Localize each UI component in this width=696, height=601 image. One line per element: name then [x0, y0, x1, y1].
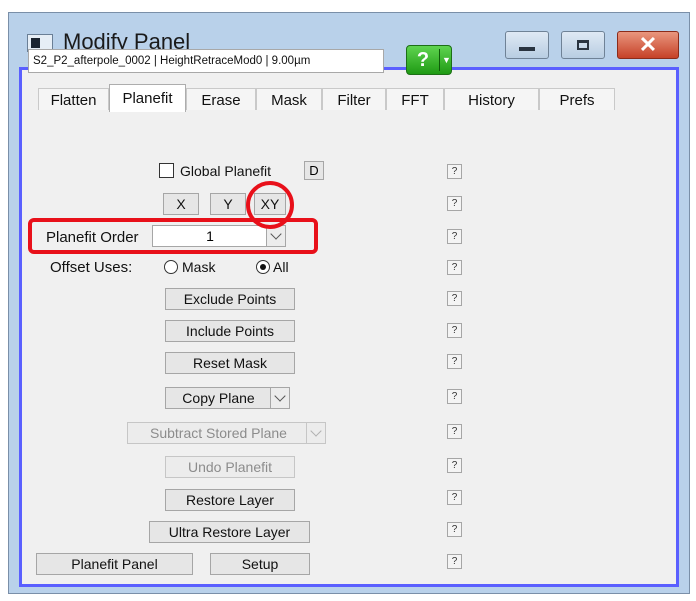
planefit-x-button[interactable]: X	[163, 193, 199, 215]
chevron-down-icon	[310, 425, 322, 437]
minimize-icon	[519, 47, 535, 51]
chevron-down-icon	[274, 390, 286, 402]
highlight-box-planefit-order	[28, 218, 318, 254]
copy-plane-button[interactable]: Copy Plane	[165, 387, 272, 409]
tab-prefs[interactable]: Prefs	[539, 88, 615, 111]
planefit-y-button[interactable]: Y	[210, 193, 246, 215]
help-include-points-button[interactable]: ?	[447, 323, 462, 338]
reset-mask-button[interactable]: Reset Mask	[165, 352, 295, 374]
help-undo-planefit-button[interactable]: ?	[447, 458, 462, 473]
help-setup-button[interactable]: ?	[447, 554, 462, 569]
exclude-points-button[interactable]: Exclude Points	[165, 288, 295, 310]
offset-mask-radio[interactable]	[164, 260, 178, 274]
help-icon: ?	[416, 48, 430, 71]
copy-plane-dropdown[interactable]	[270, 387, 290, 409]
planefit-panel-button[interactable]: Planefit Panel	[36, 553, 193, 575]
help-menu-button[interactable]: ? ▼	[406, 45, 452, 75]
maximize-icon	[577, 40, 589, 50]
help-planefit-order-button[interactable]: ?	[447, 229, 462, 244]
tab-mask[interactable]: Mask	[256, 88, 322, 111]
help-axis-buttons-button[interactable]: ?	[447, 196, 462, 211]
tab-planefit[interactable]: Planefit	[109, 84, 186, 112]
help-restore-layer-button[interactable]: ?	[447, 490, 462, 505]
help-subtract-stored-plane-button[interactable]: ?	[447, 424, 462, 439]
tab-filter[interactable]: Filter	[322, 88, 386, 111]
maximize-button[interactable]	[561, 31, 605, 59]
global-planefit-label: Global Planefit	[180, 163, 272, 179]
help-copy-plane-button[interactable]: ?	[447, 389, 462, 404]
modify-panel-window: Modify Panel ✕ Flatten Planefit Erase Ma…	[8, 12, 690, 594]
restore-layer-button[interactable]: Restore Layer	[165, 489, 295, 511]
minimize-button[interactable]	[505, 31, 549, 59]
tab-history[interactable]: History	[444, 88, 539, 111]
tab-erase[interactable]: Erase	[186, 88, 256, 111]
global-planefit-checkbox[interactable]	[159, 163, 174, 178]
setup-button[interactable]: Setup	[210, 553, 310, 575]
help-exclude-points-button[interactable]: ?	[447, 291, 462, 306]
offset-all-radio[interactable]	[256, 260, 270, 274]
ultra-restore-layer-button[interactable]: Ultra Restore Layer	[149, 521, 310, 543]
undo-planefit-button: Undo Planefit	[165, 456, 295, 478]
help-ultra-restore-layer-button[interactable]: ?	[447, 522, 462, 537]
planefit-tab-pane	[30, 110, 670, 584]
subtract-stored-plane-button: Subtract Stored Plane	[127, 422, 310, 444]
offset-mask-label: Mask	[182, 259, 216, 275]
tab-bar: Flatten Planefit Erase Mask Filter FFT H…	[30, 84, 670, 112]
tab-flatten[interactable]: Flatten	[38, 88, 109, 111]
help-offset-uses-button[interactable]: ?	[447, 260, 462, 275]
help-reset-mask-button[interactable]: ?	[447, 354, 462, 369]
close-button[interactable]: ✕	[617, 31, 679, 59]
include-points-button[interactable]: Include Points	[165, 320, 295, 342]
close-icon: ✕	[638, 32, 658, 57]
help-global-planefit-button[interactable]: ?	[447, 164, 462, 179]
data-source-info: S2_P2_afterpole_0002 | HeightRetraceMod0…	[28, 49, 384, 73]
tab-fft[interactable]: FFT	[386, 88, 444, 111]
global-planefit-d-button[interactable]: D	[304, 161, 324, 180]
subtract-stored-plane-dropdown	[306, 422, 326, 444]
offset-all-label: All	[273, 259, 289, 275]
panel-client-area: Flatten Planefit Erase Mask Filter FFT H…	[19, 67, 679, 587]
dropdown-arrow-icon: ▼	[442, 55, 451, 65]
offset-uses-label: Offset Uses:	[50, 259, 133, 276]
